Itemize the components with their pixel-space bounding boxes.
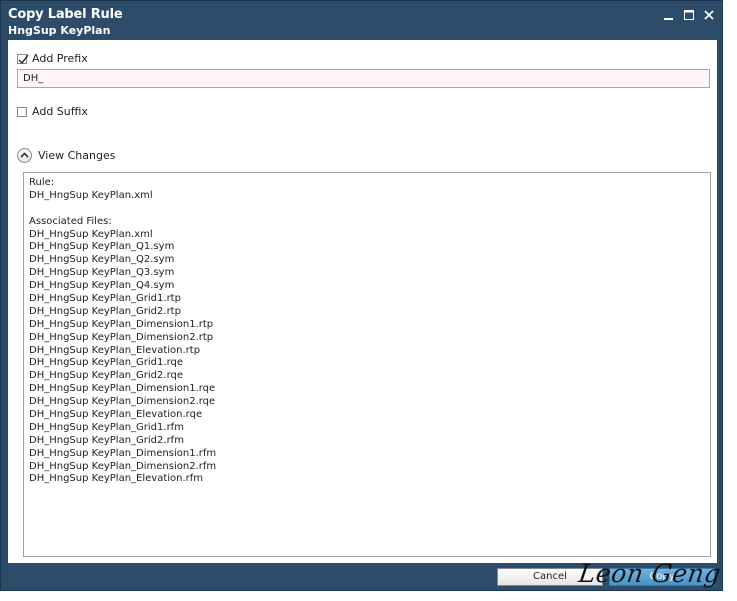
prefix-input[interactable]	[17, 69, 710, 88]
view-changes-toggle[interactable]: View Changes	[17, 148, 115, 163]
changes-line: DH_HngSup KeyPlan_Dimension1.rtp	[29, 318, 214, 330]
changes-line: DH_HngSup KeyPlan.xml	[29, 189, 153, 201]
changes-line: DH_HngSup KeyPlan.xml	[29, 228, 153, 240]
changes-line: DH_HngSup KeyPlan_Q1.sym	[29, 241, 175, 253]
close-icon	[704, 10, 714, 20]
dialog-subtitle: HngSup KeyPlan	[8, 24, 111, 37]
changes-line: DH_HngSup KeyPlan_Elevation.rfm	[29, 473, 204, 485]
minimize-icon	[664, 18, 673, 20]
minimize-button[interactable]	[662, 8, 676, 22]
changes-line: DH_HngSup KeyPlan_Elevation.rqe	[29, 409, 203, 421]
changes-line: DH_HngSup KeyPlan_Grid1.rtp	[29, 293, 181, 305]
add-suffix-checkbox[interactable]	[17, 106, 27, 117]
checkmark-icon	[18, 54, 29, 64]
copy-button[interactable]: Copy	[609, 568, 715, 586]
changes-line: DH_HngSup KeyPlan_Elevation.rtp	[29, 344, 201, 356]
changes-line: DH_HngSup KeyPlan_Dimension2.rtp	[29, 331, 214, 343]
changes-line: DH_HngSup KeyPlan_Grid2.rfm	[29, 434, 184, 446]
changes-line: Rule:	[29, 177, 55, 188]
changes-line: DH_HngSup KeyPlan_Dimension1.rfm	[29, 447, 217, 459]
changes-line: DH_HngSup KeyPlan_Q2.sym	[29, 254, 175, 266]
dialog-title: Copy Label Rule	[8, 7, 123, 22]
changes-line	[29, 203, 705, 216]
changes-line: DH_HngSup KeyPlan_Q4.sym	[29, 280, 175, 292]
changes-list[interactable]: Rule: DH_HngSup KeyPlan.xml Associated Fil…	[23, 172, 711, 557]
add-prefix-label: Add Prefix	[32, 52, 88, 65]
changes-line: DH_HngSup KeyPlan_Dimension1.rqe	[29, 383, 216, 395]
changes-line: DH_HngSup KeyPlan_Grid1.rfm	[29, 421, 184, 433]
add-suffix-row[interactable]: Add Suffix	[17, 105, 88, 118]
changes-line: DH_HngSup KeyPlan_Dimension2.rfm	[29, 460, 217, 472]
close-button[interactable]	[702, 8, 716, 22]
changes-line: DH_HngSup KeyPlan_Grid2.rqe	[29, 370, 184, 382]
dialog-window: Copy Label Rule HngSup KeyPlan Add Prefi…	[0, 0, 723, 591]
maximize-icon	[684, 10, 694, 20]
button-bar: Cancel Copy	[497, 568, 715, 586]
changes-line: Associated Files:	[29, 215, 112, 227]
maximize-button[interactable]	[682, 8, 696, 22]
window-controls	[662, 8, 716, 22]
changes-line: DH_HngSup KeyPlan_Grid1.rqe	[29, 357, 184, 369]
add-suffix-label: Add Suffix	[32, 105, 88, 118]
cancel-button[interactable]: Cancel	[497, 568, 603, 586]
changes-line: DH_HngSup KeyPlan_Dimension2.rqe	[29, 396, 216, 408]
expander-button[interactable]	[17, 148, 32, 163]
title-bar[interactable]: Copy Label Rule HngSup KeyPlan	[1, 1, 722, 39]
chevron-up-icon	[20, 152, 29, 158]
dialog-body: Add Prefix Add Suffix View Changes Rule:…	[8, 40, 717, 563]
changes-line: DH_HngSup KeyPlan_Q3.sym	[29, 267, 175, 279]
view-changes-label: View Changes	[38, 149, 116, 162]
changes-line: DH_HngSup KeyPlan_Grid2.rtp	[29, 305, 181, 317]
add-prefix-row[interactable]: Add Prefix	[17, 52, 88, 65]
add-prefix-checkbox[interactable]	[17, 53, 29, 64]
